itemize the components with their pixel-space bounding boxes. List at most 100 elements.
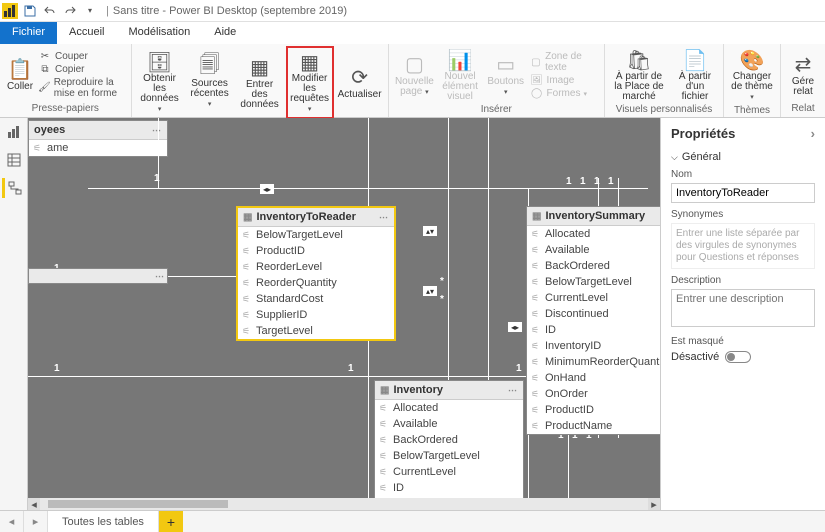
group-label-clipboard: Presse-papiers [4,103,127,115]
menu-bar: Fichier Accueil Modélisation Aide [0,22,825,44]
shapes-icon: ◯ [530,88,544,99]
field[interactable]: ProductID [527,402,660,418]
field[interactable]: SupplierID [238,307,394,323]
table-menu-icon[interactable]: ⋯ [152,125,162,136]
field[interactable]: BelowTargetLevel [238,227,394,243]
ribbon-group-themes: 🎨Changer de thème ▾ Thèmes [724,44,781,117]
buttons-icon: ▭ [492,53,520,77]
properties-panel: Propriétés› Général Nom Synonymes Entrer… [660,118,825,510]
table-menu-icon[interactable]: ⋯ [379,212,389,223]
field[interactable]: OnHand [527,370,660,386]
table-inventory-summary[interactable]: ▦InventorySummary⋯ AllocatedAvailableBac… [526,206,660,435]
save-icon[interactable] [22,3,38,19]
section-general[interactable]: Général [671,151,815,163]
name-input[interactable] [671,183,815,203]
undo-icon[interactable] [42,3,58,19]
report-view-button[interactable] [4,122,24,142]
field[interactable]: TargetLevel [238,323,394,339]
tab-nav-next[interactable]: ▸ [24,511,48,532]
buttons-button: ▭Boutons ▾ [484,51,528,100]
tab-fichier[interactable]: Fichier [0,22,57,44]
scroll-left-icon[interactable]: ◂ [28,498,40,510]
group-label-insert: Insérer [393,104,600,116]
field[interactable]: Available [375,416,523,432]
field[interactable]: Allocated [527,226,660,242]
field[interactable]: BelowTargetLevel [375,448,523,464]
tab-accueil[interactable]: Accueil [57,22,116,44]
field[interactable]: ReorderQuantity [238,275,394,291]
main-area: oyees⋯ ame 1 1 1 1 1 1 1 1 1 1 1 [0,118,825,510]
table-employees-partial[interactable]: oyees⋯ ame [28,120,168,157]
refresh-icon: ⟳ [346,66,374,90]
field[interactable]: Allocated [375,400,523,416]
table-menu-icon[interactable]: ⋯ [155,271,165,282]
field[interactable]: BackOrdered [375,432,523,448]
refresh-button[interactable]: ⟳Actualiser [336,64,384,102]
new-page-icon: ▢ [400,53,428,77]
cardinality-many: * [440,276,444,287]
enter-data-icon: ▦ [246,56,274,80]
field[interactable]: Available [527,242,660,258]
paste-button[interactable]: 📋 Coller [4,56,36,94]
field[interactable]: CurrentLevel [375,464,523,480]
get-data-button[interactable]: 🗄Obtenir les données ▾ [136,48,184,117]
edit-queries-icon: ▦ [296,50,324,74]
field[interactable]: BelowTargetLevel [527,274,660,290]
field[interactable]: BackOrdered [527,258,660,274]
tab-aide[interactable]: Aide [202,22,248,44]
scroll-thumb[interactable] [48,500,228,508]
enter-data-button[interactable]: ▦Entrer des données [236,54,284,112]
label-hidden: Est masqué [671,336,815,347]
collapse-icon[interactable]: › [811,126,815,141]
filter-direction-icon: ◂▸ [260,184,274,194]
hidden-toggle[interactable] [725,351,751,363]
field[interactable]: ame [29,140,167,156]
recent-sources-button[interactable]: 🗐Sources récentes ▾ [186,53,234,112]
table-icon: ▦ [532,211,541,222]
table-inventory[interactable]: ▦Inventory⋯ AllocatedAvailableBackOrdere… [374,380,524,510]
qat-dropdown-icon[interactable]: ▾ [82,3,98,19]
field[interactable]: OnOrder [527,386,660,402]
tab-modelisation[interactable]: Modélisation [116,22,202,44]
field[interactable]: StandardCost [238,291,394,307]
field[interactable]: InventoryID [527,338,660,354]
fields-inv-reader: BelowTargetLevelProductIDReorderLevelReo… [238,227,394,339]
image-button[interactable]: 🖼Image [530,75,600,86]
field[interactable]: ProductName [527,418,660,434]
text-box-button[interactable]: ▢Zone de texte [530,51,600,73]
field[interactable]: MinimumReorderQuantity [527,354,660,370]
format-painter-button[interactable]: 🖌Reproduire la mise en forme [38,77,127,99]
add-tab-button[interactable]: + [159,511,183,532]
table-partial-left[interactable]: ⋯ [28,268,168,284]
edit-queries-button[interactable]: ▦Modifier les requêtes ▾ [286,46,334,119]
change-theme-button[interactable]: 🎨Changer de thème ▾ [728,46,776,105]
field[interactable]: ID [527,322,660,338]
field[interactable]: CurrentLevel [527,290,660,306]
redo-icon[interactable] [62,3,78,19]
copy-button[interactable]: ⧉Copier [38,64,127,75]
tab-nav-prev[interactable]: ◂ [0,511,24,532]
field[interactable]: Discontinued [527,306,660,322]
model-view-button[interactable] [2,178,22,198]
table-menu-icon[interactable]: ⋯ [508,385,518,396]
model-canvas[interactable]: oyees⋯ ame 1 1 1 1 1 1 1 1 1 1 1 [28,118,660,510]
scroll-right-icon[interactable]: ▸ [648,498,660,510]
canvas-h-scrollbar[interactable]: ◂ ▸ [28,498,660,510]
from-file-button[interactable]: 📄À partir d'un fichier [671,46,719,104]
tab-all-tables[interactable]: Toutes les tables [48,511,159,532]
manage-relations-button[interactable]: ⇄Gére relat [785,51,821,99]
field[interactable]: ReorderLevel [238,259,394,275]
new-visual-button: 📊Nouvel élément visuel [438,46,482,104]
table-inventory-to-reader[interactable]: ▦InventoryToReader⋯ BelowTargetLevelProd… [236,206,396,341]
ribbon-group-insert: ▢Nouvelle page ▾ 📊Nouvel élément visuel … [389,44,605,117]
shapes-button[interactable]: ◯Formes ▾ [530,88,600,99]
relations-icon: ⇄ [789,53,817,77]
cut-button[interactable]: ✂Couper [38,51,127,62]
data-view-button[interactable] [4,150,24,170]
cardinality-one: 1 [566,176,572,187]
field[interactable]: ProductID [238,243,394,259]
title-bar: ▾ | Sans titre - Power BI Desktop (septe… [0,0,825,22]
description-input[interactable] [671,289,815,327]
field[interactable]: ID [375,480,523,496]
marketplace-button[interactable]: 🛍À partir de la Place de marché [609,46,669,104]
